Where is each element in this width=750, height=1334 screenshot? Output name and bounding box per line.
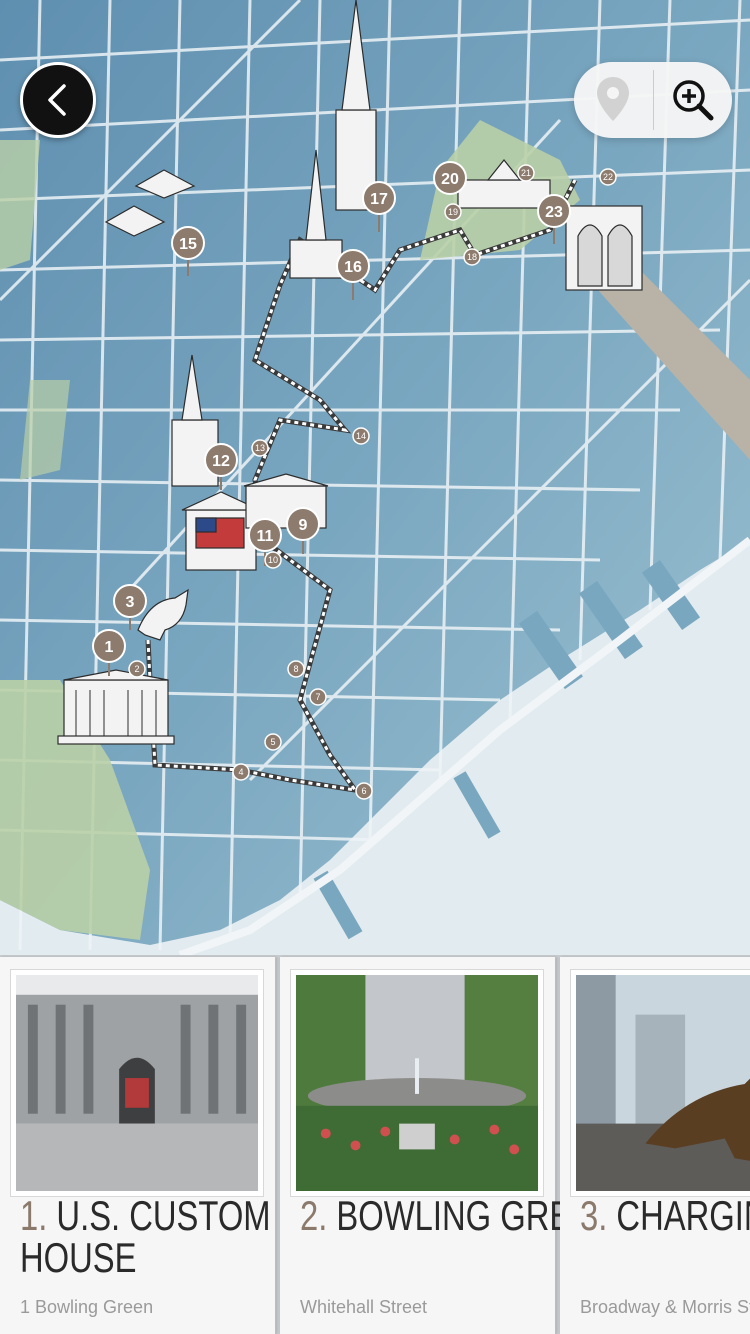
location-card[interactable]: 2. BOWLING GREEN Whitehall Street [280, 957, 617, 1334]
card-photo [290, 969, 544, 1197]
svg-text:1: 1 [105, 639, 114, 656]
svg-text:6: 6 [361, 786, 366, 796]
svg-text:21: 21 [521, 168, 531, 178]
svg-text:18: 18 [467, 252, 477, 262]
card-title: 1. U.S. CUSTOM HOUSE [20, 1192, 271, 1281]
map-marker-small[interactable]: 6 [355, 782, 373, 800]
svg-text:8: 8 [293, 664, 298, 674]
map-marker-small[interactable]: 7 [309, 688, 327, 706]
map-marker-small[interactable]: 19 [444, 203, 462, 221]
map-marker-small[interactable]: 14 [352, 427, 370, 445]
chevron-left-icon [48, 84, 66, 116]
map-marker[interactable]: 20 [433, 161, 467, 195]
map-marker-small[interactable]: 21 [517, 164, 535, 182]
map-marker-small[interactable]: 4 [232, 763, 250, 781]
svg-text:9: 9 [299, 517, 308, 534]
map-pin-icon [597, 77, 630, 121]
svg-text:7: 7 [315, 692, 320, 702]
location-card[interactable]: 3. CHARGING BULL Broadway & Morris Stree… [560, 957, 750, 1334]
card-address: Broadway & Morris Street [580, 1297, 750, 1317]
location-card[interactable]: 1. U.S. CUSTOM HOUSE 1 Bowling Green [0, 957, 276, 1334]
map-marker-small[interactable]: 2 [128, 660, 146, 678]
map-marker-small[interactable]: 5 [264, 733, 282, 751]
svg-text:16: 16 [344, 259, 362, 276]
map-marker-small[interactable]: 8 [287, 660, 305, 678]
zoom-in-button[interactable] [654, 62, 733, 138]
svg-text:20: 20 [441, 171, 459, 188]
svg-text:10: 10 [268, 555, 278, 565]
card-address: Whitehall Street [300, 1297, 428, 1317]
card-address: 1 Bowling Green [20, 1297, 154, 1317]
map-marker-small[interactable]: 10 [264, 551, 282, 569]
card-photo [10, 969, 264, 1197]
svg-text:13: 13 [255, 443, 265, 453]
svg-text:19: 19 [448, 207, 458, 217]
svg-text:12: 12 [212, 453, 230, 470]
svg-text:5: 5 [270, 737, 275, 747]
map-marker-small[interactable]: 13 [251, 439, 269, 457]
card-title: 3. CHARGING BULL [580, 1192, 750, 1239]
map-marker-small[interactable]: 18 [463, 248, 481, 266]
locate-button[interactable] [574, 62, 653, 138]
map-view[interactable]: 1 3 9 11 12 15 16 17 20 23 2 4 5 6 8 7 1… [0, 0, 750, 955]
location-cards[interactable]: 1. U.S. CUSTOM HOUSE 1 Bowling Green 2. … [0, 955, 750, 1334]
map-tools [574, 62, 732, 138]
zoom-in-icon [673, 80, 714, 121]
svg-text:2: 2 [134, 664, 139, 674]
svg-text:22: 22 [603, 172, 613, 182]
card-title: 2. BOWLING GREEN [300, 1192, 617, 1239]
svg-text:15: 15 [179, 236, 197, 253]
map-marker-small[interactable]: 22 [599, 168, 617, 186]
svg-text:17: 17 [370, 191, 388, 208]
card-photo [570, 969, 750, 1197]
back-button[interactable] [20, 62, 96, 138]
svg-text:14: 14 [356, 431, 366, 441]
svg-text:4: 4 [238, 767, 243, 777]
svg-text:11: 11 [257, 528, 274, 545]
svg-text:23: 23 [545, 204, 563, 221]
svg-text:3: 3 [126, 594, 135, 611]
